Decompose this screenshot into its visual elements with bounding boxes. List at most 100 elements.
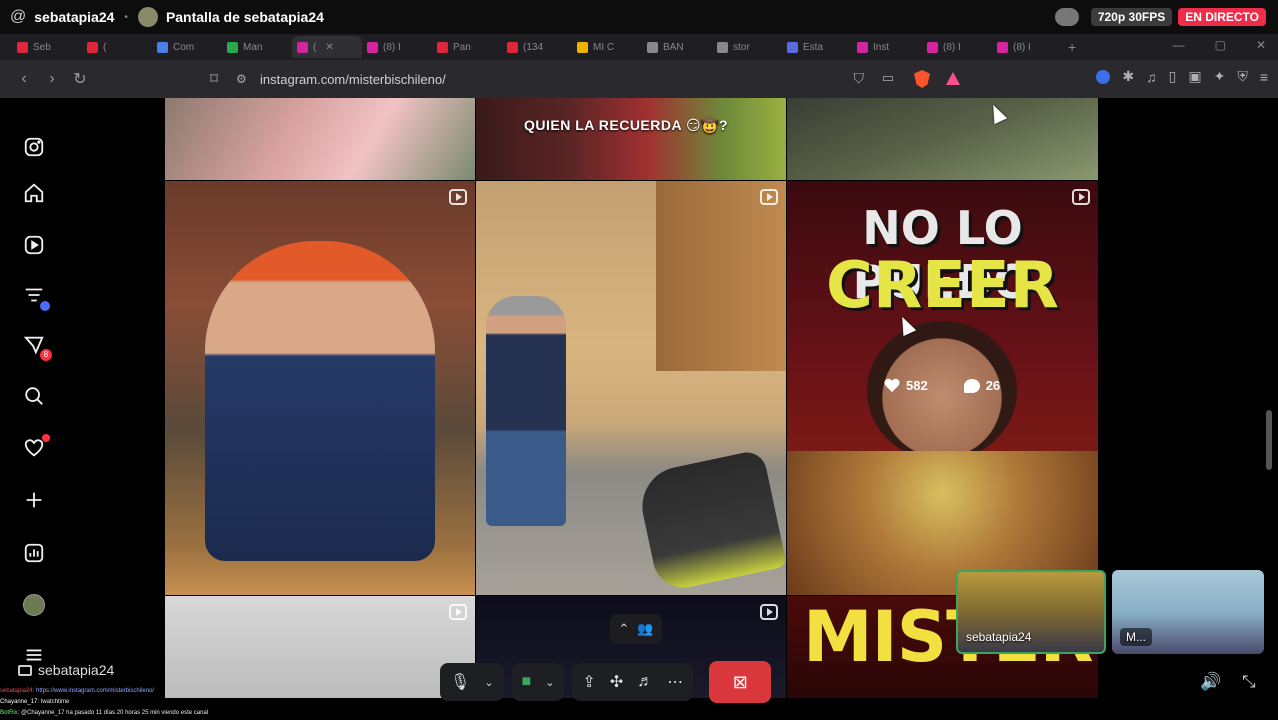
instagram-logo-icon[interactable] xyxy=(22,135,46,159)
post-thumbnail[interactable] xyxy=(165,98,475,180)
favicon-icon xyxy=(717,41,728,53)
filter-list-icon[interactable] xyxy=(22,283,50,311)
camera-icon[interactable]: ■ xyxy=(522,673,532,691)
browser-tab[interactable]: Inst xyxy=(852,36,922,58)
tab-label: MI C xyxy=(593,41,615,53)
stream-header: @ sebatapia24 • Pantalla de sebatapia24 … xyxy=(0,0,1278,34)
menu-icon[interactable]: ≡ xyxy=(1260,69,1268,85)
browser-tab[interactable]: BAN xyxy=(642,36,712,58)
stream-owner-label: sebatapia24 xyxy=(18,662,114,678)
browser-tab[interactable]: (134 xyxy=(502,36,572,58)
fullscreen-icon[interactable]: ⤡ xyxy=(1242,672,1256,692)
chat-message: : https://www.instagram.com/misterbischi… xyxy=(32,688,155,694)
chevron-down-icon[interactable]: ⌄ xyxy=(545,676,554,689)
create-plus-icon[interactable] xyxy=(22,488,46,512)
browser-tab[interactable]: (8) I xyxy=(992,36,1062,58)
maximize-icon[interactable]: ▢ xyxy=(1215,38,1226,52)
music-icon[interactable]: ♫ xyxy=(1146,69,1157,85)
camera-control[interactable]: ■ ⌄ xyxy=(511,663,565,701)
streamer-avatar xyxy=(137,7,158,27)
chevron-down-icon[interactable]: ⌄ xyxy=(484,676,493,689)
search-icon[interactable] xyxy=(22,384,46,408)
leo-ai-icon[interactable]: ✦ xyxy=(1214,68,1226,85)
volume-icon[interactable]: 🔊 xyxy=(1200,672,1221,692)
puzzle-icon[interactable]: ✱ xyxy=(1122,68,1134,85)
notifications-heart-icon[interactable] xyxy=(22,434,50,460)
chat-line: Chayanne_17: twatchtime xyxy=(0,697,300,708)
browser-tab[interactable]: (8) I xyxy=(922,36,992,58)
more-options-icon[interactable]: ⋯ xyxy=(667,672,683,692)
browser-tab[interactable]: Esta xyxy=(782,36,852,58)
dashboard-icon[interactable] xyxy=(22,541,46,565)
promo-title-line2: CREER xyxy=(826,249,1059,323)
tab-label: (8) I xyxy=(1013,41,1031,53)
post-thumbnail[interactable]: QUIEN LA RECUERDA 😏🤠? xyxy=(476,98,786,180)
browser-tab[interactable]: Seb xyxy=(12,36,82,58)
reload-icon[interactable]: ↻ xyxy=(66,65,94,93)
reel-icon xyxy=(760,604,778,620)
browser-tab[interactable]: ( xyxy=(82,36,152,58)
favicon-icon xyxy=(17,41,28,53)
disconnect-button[interactable]: ⊠ xyxy=(709,661,772,703)
extension-icon[interactable] xyxy=(1096,69,1111,84)
home-icon[interactable] xyxy=(22,181,46,205)
messages-icon[interactable]: 8 xyxy=(22,333,52,361)
wallet-icon[interactable]: ▣ xyxy=(1188,68,1201,85)
activities-icon[interactable]: ✣ xyxy=(610,672,623,692)
post-thumbnail[interactable] xyxy=(787,98,1098,180)
tab-label: ( xyxy=(313,41,317,53)
shield-icon[interactable]: ⛉ xyxy=(854,70,865,87)
reels-icon[interactable] xyxy=(22,233,46,257)
post-image xyxy=(634,448,786,594)
stream-username[interactable]: sebatapia24 xyxy=(34,9,114,25)
microphone-icon[interactable]: 🎙 xyxy=(450,672,470,692)
heart-icon xyxy=(884,379,900,393)
comment-icon xyxy=(963,378,980,393)
browser-tab[interactable]: Com xyxy=(152,36,222,58)
favicon-icon xyxy=(577,41,588,53)
browser-tab[interactable]: Man xyxy=(222,36,292,58)
instagram-sidebar: 8 xyxy=(0,98,165,698)
reel-thumbnail[interactable] xyxy=(165,596,475,698)
browser-tab[interactable]: Pan xyxy=(432,36,502,58)
people-icon: 👥 xyxy=(637,621,654,636)
participant-tile[interactable]: sebatapia24 xyxy=(956,570,1106,654)
viewers-avatar-group[interactable] xyxy=(1054,8,1079,26)
participant-tile[interactable]: M... xyxy=(1112,570,1264,654)
mic-control[interactable]: 🎙 ⌄ xyxy=(440,663,504,701)
reel-thumbnail[interactable] xyxy=(165,181,475,595)
address-bar[interactable]: ⚙ instagram.com/misterbischileno/ ⛉ ▭ xyxy=(236,66,966,92)
url-text[interactable]: instagram.com/misterbischileno/ xyxy=(260,72,446,87)
brave-rewards-icon[interactable] xyxy=(946,72,960,85)
page-scrollbar[interactable] xyxy=(1266,410,1272,470)
reel-icon xyxy=(760,189,778,205)
close-icon[interactable]: ✕ xyxy=(1256,38,1266,52)
chat-line: BotRix: @Chayanne_17 ha pasado 11 días 2… xyxy=(0,708,300,719)
cast-icon[interactable]: ▭ xyxy=(882,70,894,86)
participant-name: M... xyxy=(1120,628,1152,646)
separator-dot: • xyxy=(124,11,128,23)
browser-tab[interactable]: (✕ xyxy=(292,36,362,58)
chevron-up-icon: ⌃ xyxy=(618,621,630,636)
tab-label: ( xyxy=(103,41,107,53)
profile-avatar[interactable] xyxy=(22,593,46,617)
browser-tab[interactable]: MI C xyxy=(572,36,642,58)
back-icon[interactable]: ‹ xyxy=(10,65,38,93)
minimize-icon[interactable]: — xyxy=(1173,38,1185,52)
bookmark-icon[interactable]: ⌑ xyxy=(200,65,228,93)
sidebar-toggle-icon[interactable]: ▯ xyxy=(1169,68,1177,85)
reel-icon xyxy=(449,604,467,620)
reel-thumbnail[interactable] xyxy=(476,181,786,595)
favicon-icon xyxy=(507,41,518,53)
favicon-icon xyxy=(997,41,1008,53)
new-tab-icon[interactable]: + xyxy=(1068,39,1076,55)
site-info-icon[interactable]: ⚙ xyxy=(236,72,250,86)
forward-icon[interactable]: › xyxy=(38,65,66,93)
browser-tab[interactable]: (8) I xyxy=(362,36,432,58)
vpn-icon[interactable]: ⛨ xyxy=(1237,68,1248,85)
screen-share-icon[interactable]: ⇪ xyxy=(582,672,595,692)
close-tab-icon[interactable]: ✕ xyxy=(325,42,333,53)
soundboard-icon[interactable]: ♬ xyxy=(637,673,653,691)
browser-tab[interactable]: stor xyxy=(712,36,782,58)
show-participants-button[interactable]: ⌃ 👥 xyxy=(610,614,662,644)
